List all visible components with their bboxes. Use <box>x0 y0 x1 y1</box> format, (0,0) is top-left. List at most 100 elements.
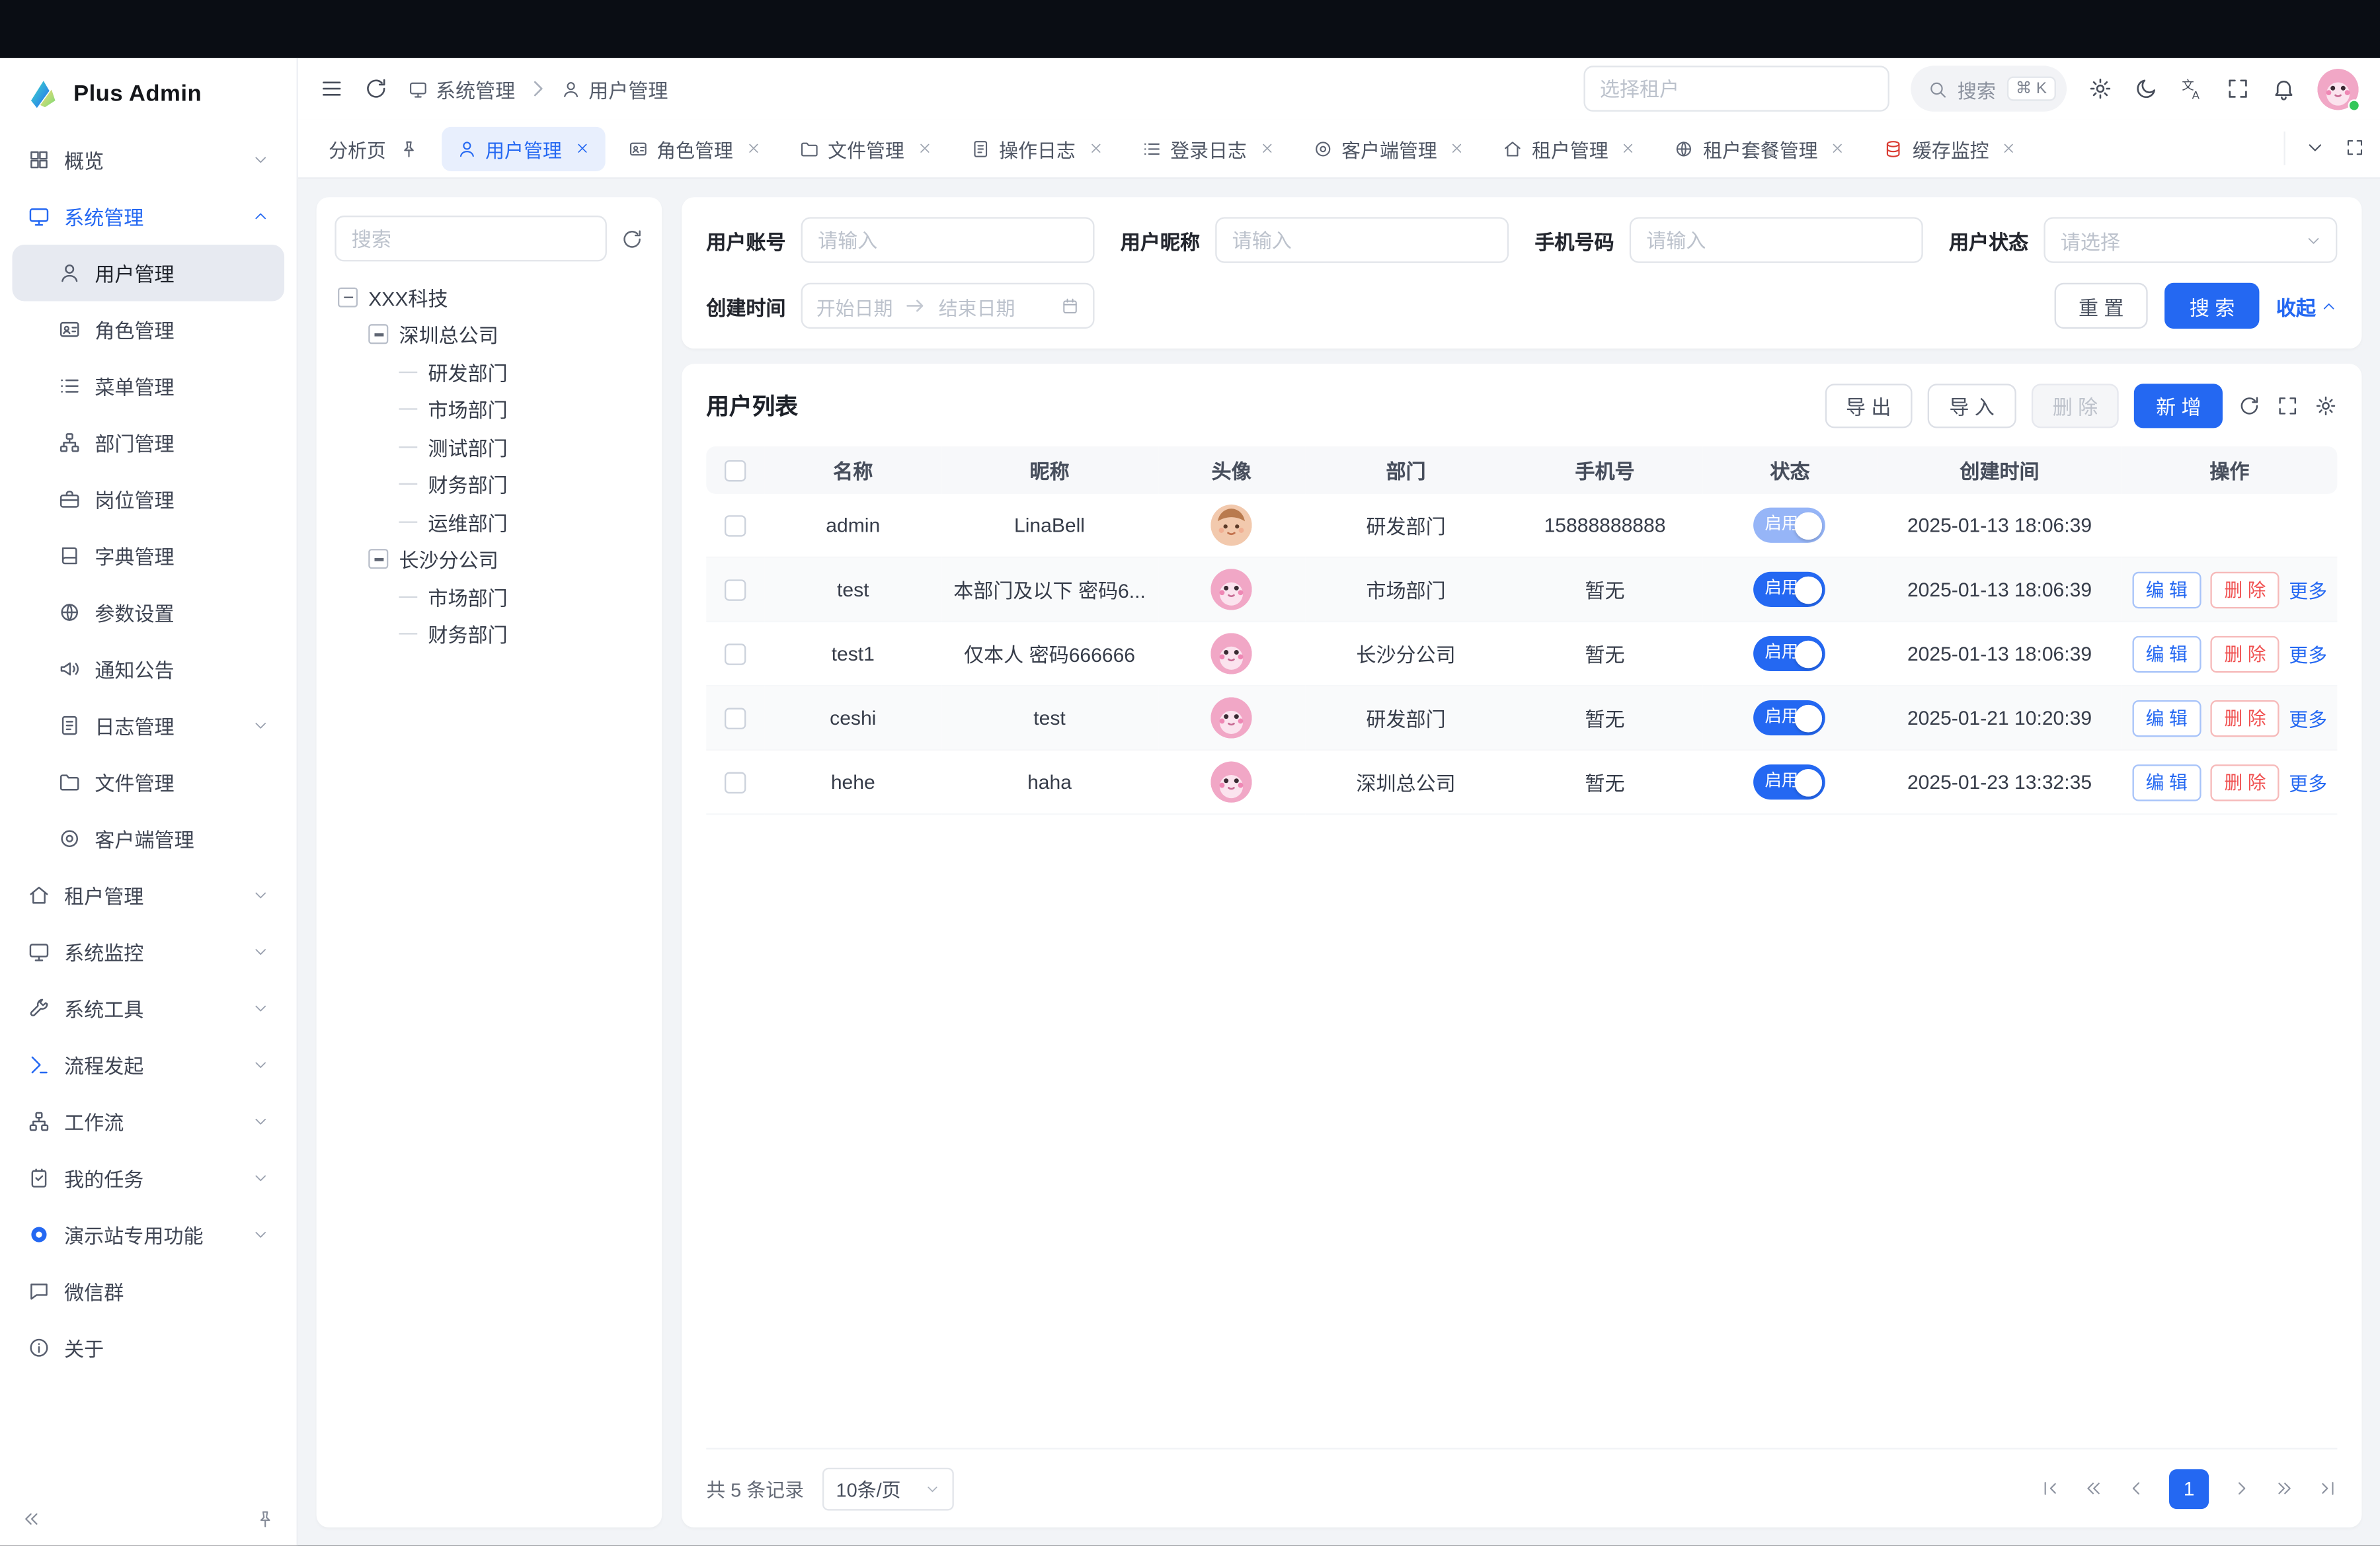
close-icon[interactable] <box>1620 141 1636 156</box>
user-avatar[interactable] <box>2317 68 2358 109</box>
notification-bell-icon[interactable] <box>2272 77 2296 101</box>
tree-node[interactable]: XXX科技 <box>335 278 643 316</box>
close-icon[interactable] <box>916 141 932 156</box>
pin-sidebar-icon[interactable] <box>255 1508 275 1528</box>
sidebar-item-client-management[interactable]: 客户端管理 <box>12 810 284 867</box>
row-delete-button[interactable]: 删 除 <box>2211 700 2280 736</box>
tab-operation-log[interactable]: 操作日志 <box>955 126 1118 171</box>
tab-role-management[interactable]: 角色管理 <box>612 126 775 171</box>
tree-node[interactable]: 研发部门 <box>335 353 643 391</box>
more-link[interactable]: 更多 <box>2289 704 2327 733</box>
logo[interactable]: Plus Admin <box>0 58 297 128</box>
close-icon[interactable] <box>1830 141 1845 156</box>
row-checkbox[interactable] <box>725 708 746 729</box>
sidebar-item-system-tools[interactable]: 系统工具 <box>12 980 284 1037</box>
sidebar-item-system-monitor[interactable]: 系统监控 <box>12 924 284 981</box>
row-checkbox[interactable] <box>725 516 746 537</box>
add-button[interactable]: 新 增 <box>2135 383 2223 427</box>
close-icon[interactable] <box>745 141 760 156</box>
tree-refresh-icon[interactable] <box>621 227 644 250</box>
refresh-page-icon[interactable] <box>364 77 388 101</box>
hamburger-menu-icon[interactable] <box>319 77 344 101</box>
tab-tenant-management[interactable]: 租户管理 <box>1488 126 1651 171</box>
status-toggle[interactable]: 启用 <box>1754 764 1826 799</box>
edit-button[interactable]: 编 辑 <box>2132 764 2202 800</box>
pin-icon[interactable] <box>398 138 418 158</box>
collapse-sidebar-icon[interactable] <box>21 1508 41 1528</box>
search-button[interactable]: 搜 索 <box>2165 283 2259 329</box>
tree-node[interactable]: 市场部门 <box>335 578 643 616</box>
tab-tenant-package-management[interactable]: 租户套餐管理 <box>1659 126 1860 171</box>
sidebar-item-position-management[interactable]: 岗位管理 <box>12 471 284 528</box>
tab-client-management[interactable]: 客户端管理 <box>1297 126 1480 171</box>
row-checkbox[interactable] <box>725 772 746 793</box>
content-fullscreen-icon[interactable] <box>2345 138 2365 158</box>
close-icon[interactable] <box>574 141 589 156</box>
tree-collapse-icon[interactable] <box>368 549 388 569</box>
select-all-checkbox[interactable] <box>725 461 746 482</box>
edit-button[interactable]: 编 辑 <box>2132 635 2202 672</box>
sidebar-item-parameter-settings[interactable]: 参数设置 <box>12 584 284 641</box>
sidebar-item-dictionary-management[interactable]: 字典管理 <box>12 528 284 585</box>
fullscreen-icon[interactable] <box>2226 77 2250 101</box>
global-search-button[interactable]: 搜索 ⌘ K <box>1910 65 2067 111</box>
tree-node[interactable]: 运维部门 <box>335 503 643 541</box>
row-checkbox[interactable] <box>725 644 746 665</box>
breadcrumb-user-management[interactable]: 用户管理 <box>561 74 668 103</box>
tree-node[interactable]: 长沙分公司 <box>335 540 643 578</box>
collapse-filters-link[interactable]: 收起 <box>2276 291 2338 320</box>
table-refresh-icon[interactable] <box>2238 393 2261 417</box>
status-toggle[interactable]: 启用 <box>1754 700 1826 735</box>
more-link[interactable]: 更多 <box>2289 768 2327 797</box>
sidebar-item-about[interactable]: 关于 <box>12 1319 284 1376</box>
pagination-next-icon[interactable] <box>2232 1479 2252 1498</box>
settings-gear-icon[interactable] <box>2088 77 2112 101</box>
nickname-input[interactable] <box>1215 217 1509 263</box>
tree-node[interactable]: 测试部门 <box>335 428 643 466</box>
breadcrumb-system-management[interactable]: 系统管理 <box>408 74 515 103</box>
table-settings-icon[interactable] <box>2315 393 2338 417</box>
dark-mode-moon-icon[interactable] <box>2134 77 2159 101</box>
sidebar-item-menu-management[interactable]: 菜单管理 <box>12 358 284 415</box>
more-link[interactable]: 更多 <box>2289 575 2327 604</box>
row-delete-button[interactable]: 删 除 <box>2211 571 2280 608</box>
sidebar-item-overview[interactable]: 概览 <box>12 132 284 188</box>
close-icon[interactable] <box>1259 141 1274 156</box>
sidebar-item-system-management[interactable]: 系统管理 <box>12 188 284 245</box>
tab-analysis-page[interactable]: 分析页 <box>313 126 434 171</box>
close-icon[interactable] <box>1088 141 1103 156</box>
sidebar-item-process-initiation[interactable]: 流程发起 <box>12 1037 284 1094</box>
sidebar-item-my-tasks[interactable]: 我的任务 <box>12 1150 284 1207</box>
more-link[interactable]: 更多 <box>2289 639 2327 668</box>
tree-node[interactable]: 深圳总公司 <box>335 315 643 353</box>
sidebar-item-tenant-management[interactable]: 租户管理 <box>12 867 284 924</box>
tab-login-log[interactable]: 登录日志 <box>1126 126 1289 171</box>
status-toggle[interactable]: 启用 <box>1754 572 1826 607</box>
row-delete-button[interactable]: 删 除 <box>2211 764 2280 800</box>
export-button[interactable]: 导 出 <box>1825 383 1913 427</box>
tree-node[interactable]: 市场部门 <box>335 391 643 428</box>
tab-list-dropdown-icon[interactable] <box>2305 138 2325 158</box>
created-date-range-picker[interactable]: 开始日期 结束日期 <box>801 283 1095 329</box>
close-icon[interactable] <box>2001 141 2016 156</box>
tree-collapse-icon[interactable] <box>368 325 388 345</box>
status-toggle[interactable]: 启用 <box>1754 508 1826 543</box>
reset-button[interactable]: 重 置 <box>2054 283 2148 329</box>
status-toggle[interactable]: 启用 <box>1754 636 1826 671</box>
sidebar-item-demo-features[interactable]: 演示站专用功能 <box>12 1206 284 1263</box>
page-size-select[interactable]: 10条/页 <box>822 1467 954 1510</box>
sidebar-item-role-management[interactable]: 角色管理 <box>12 302 284 358</box>
edit-button[interactable]: 编 辑 <box>2132 571 2202 608</box>
close-icon[interactable] <box>1449 141 1464 156</box>
tree-collapse-icon[interactable] <box>338 287 358 307</box>
delete-button[interactable]: 删 除 <box>2031 383 2119 427</box>
sidebar-item-user-management[interactable]: 用户管理 <box>12 245 284 302</box>
sidebar-item-log-management[interactable]: 日志管理 <box>12 697 284 754</box>
tree-node[interactable]: 财务部门 <box>335 616 643 653</box>
pagination-last-icon[interactable] <box>2317 1479 2337 1498</box>
sidebar-item-workflow[interactable]: 工作流 <box>12 1093 284 1150</box>
translate-icon[interactable] <box>2180 77 2204 101</box>
pagination-jump-back-icon[interactable] <box>2084 1479 2104 1498</box>
row-checkbox[interactable] <box>725 580 746 601</box>
row-delete-button[interactable]: 删 除 <box>2211 635 2280 672</box>
